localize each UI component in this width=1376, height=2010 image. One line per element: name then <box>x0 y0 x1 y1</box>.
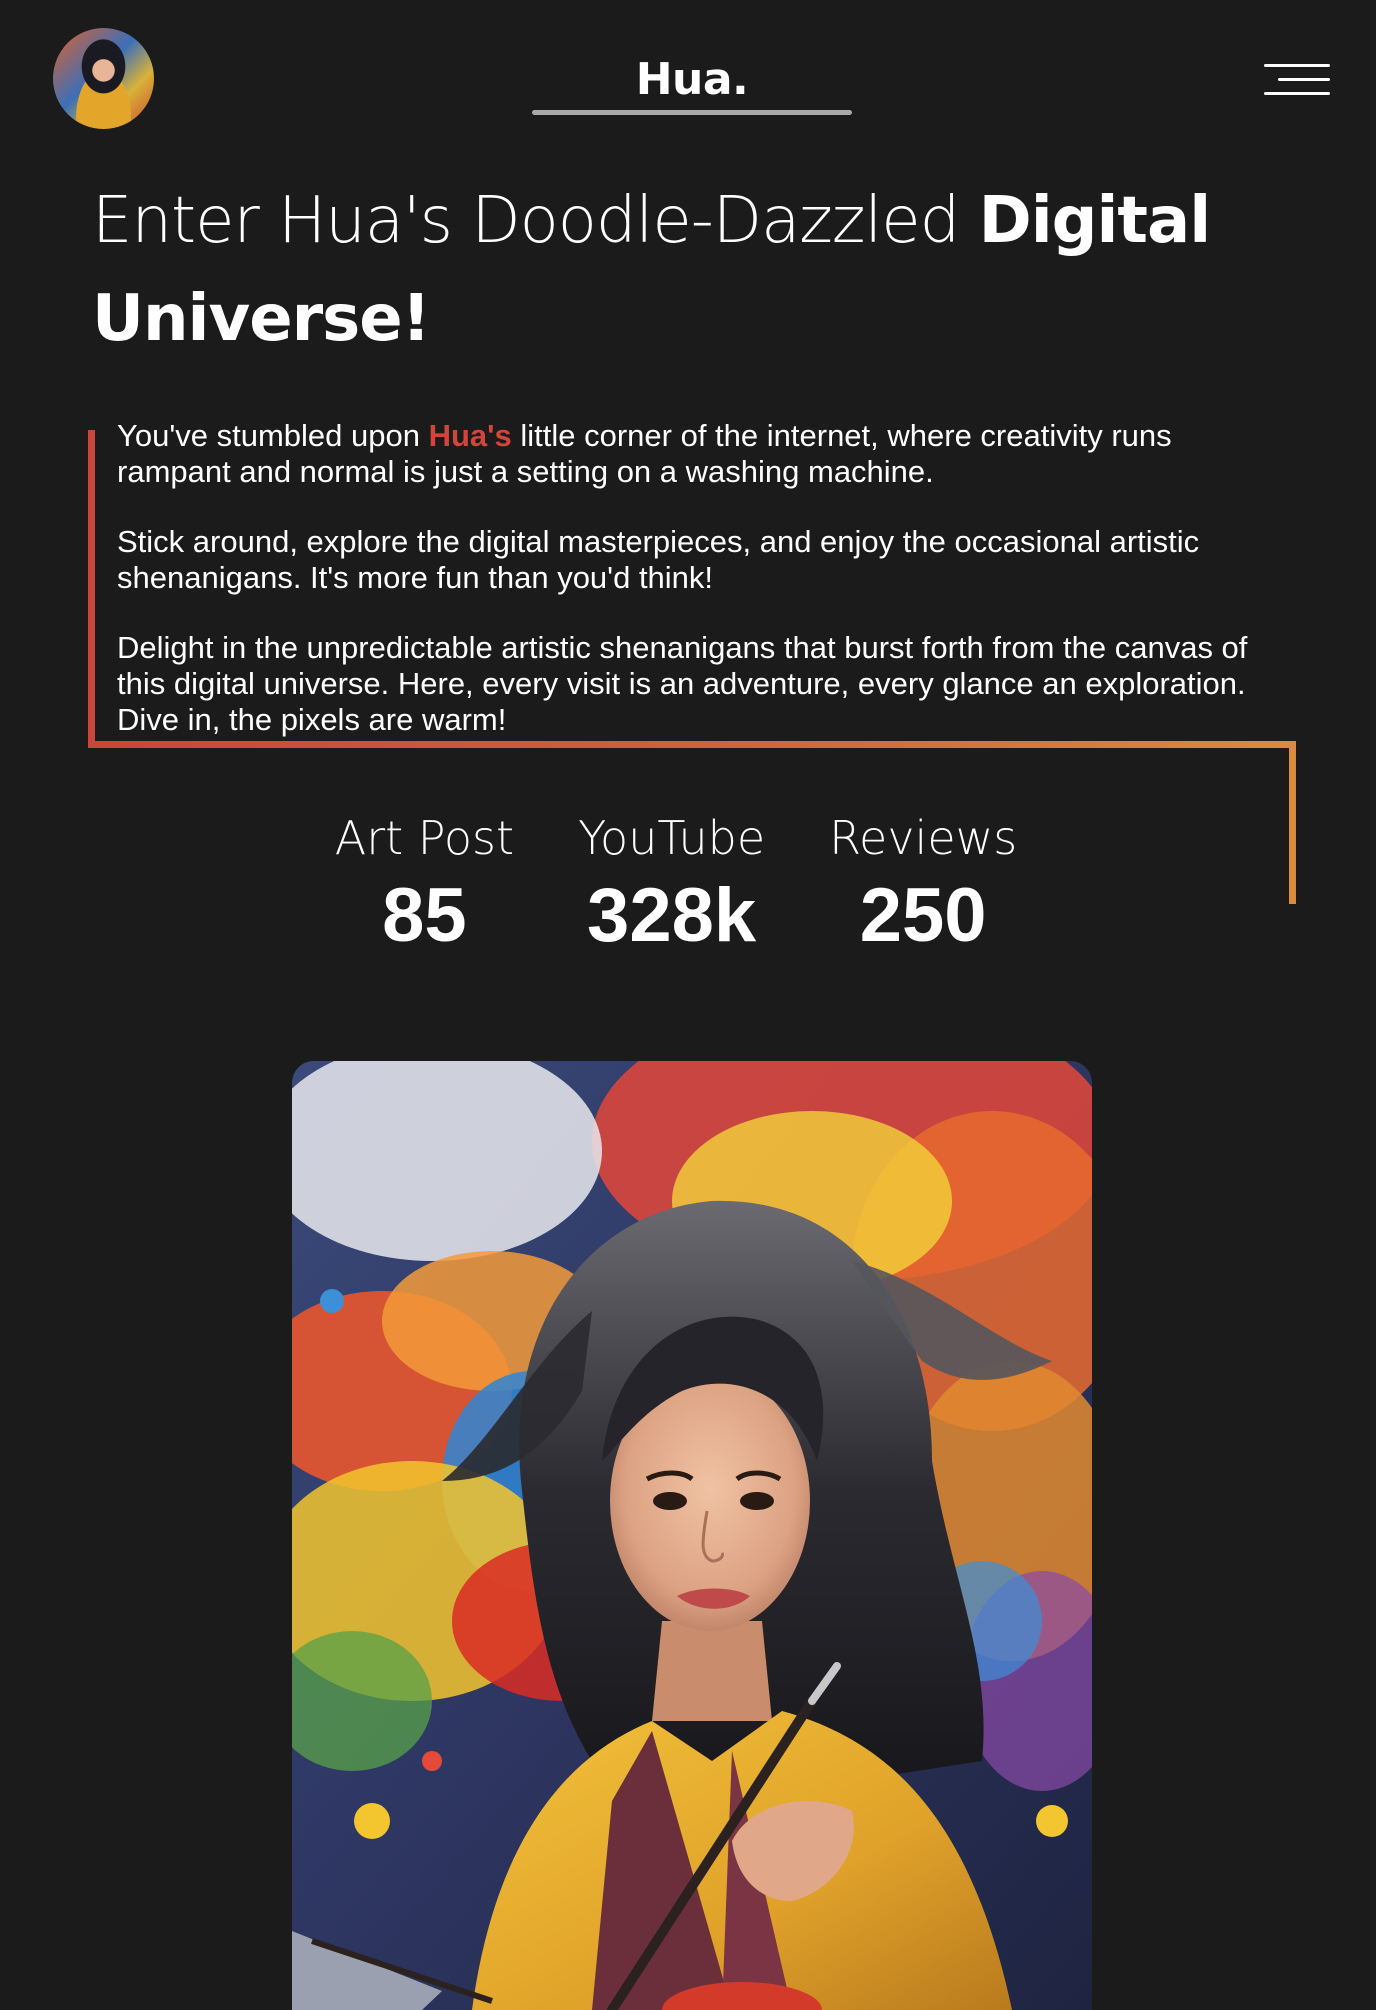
stat-label: Reviews <box>829 811 1018 865</box>
intro-highlight-name: Hua's <box>428 418 512 453</box>
stat-label: Art Post <box>334 811 515 865</box>
hamburger-menu-icon[interactable] <box>1264 62 1330 100</box>
stat-reviews: Reviews 250 <box>829 808 1017 964</box>
hero-title: Enter Hua's Doodle-Dazzled Digital Unive… <box>92 172 1312 368</box>
brand-title[interactable]: Hua. <box>532 50 852 110</box>
stat-youtube: YouTube 328k <box>578 808 765 964</box>
stats-row: Art Post 85 YouTube 328k Reviews 250 <box>0 808 1376 964</box>
intro-text: You've stumbled upon Hua's little corner… <box>117 418 1267 738</box>
stat-label: YouTube <box>578 811 766 865</box>
hero-title-bold-line2: Universe! <box>92 282 431 356</box>
intro-paragraph-2: Stick around, explore the digital master… <box>117 524 1200 595</box>
stat-art-post: Art Post 85 <box>335 808 514 964</box>
intro-p1-before: You've stumbled upon <box>117 418 429 453</box>
intro-paragraph-1: You've stumbled upon Hua's little corner… <box>117 418 1267 490</box>
stat-value: 85 <box>382 873 467 958</box>
intro-border-bottom <box>88 741 1296 748</box>
brand-underline <box>532 110 852 115</box>
stat-value: 250 <box>859 873 987 958</box>
stat-value: 328k <box>587 873 757 958</box>
menu-line <box>1264 92 1330 95</box>
menu-line <box>1278 78 1330 81</box>
avatar[interactable] <box>53 28 154 129</box>
portrait-image <box>292 1061 1092 2010</box>
hero-title-light: Enter Hua's Doodle-Dazzled <box>92 184 979 258</box>
menu-line <box>1264 64 1330 67</box>
page: Hua. Enter Hua's Doodle-Dazzled Digital … <box>0 0 1376 2010</box>
intro-border-left <box>88 430 95 748</box>
portrait-artwork <box>292 1061 1092 2010</box>
intro-paragraph-3: Delight in the unpredictable artistic sh… <box>117 630 1248 737</box>
hero-title-bold: Digital <box>978 184 1212 258</box>
brand-logo[interactable]: Hua. <box>532 50 852 115</box>
